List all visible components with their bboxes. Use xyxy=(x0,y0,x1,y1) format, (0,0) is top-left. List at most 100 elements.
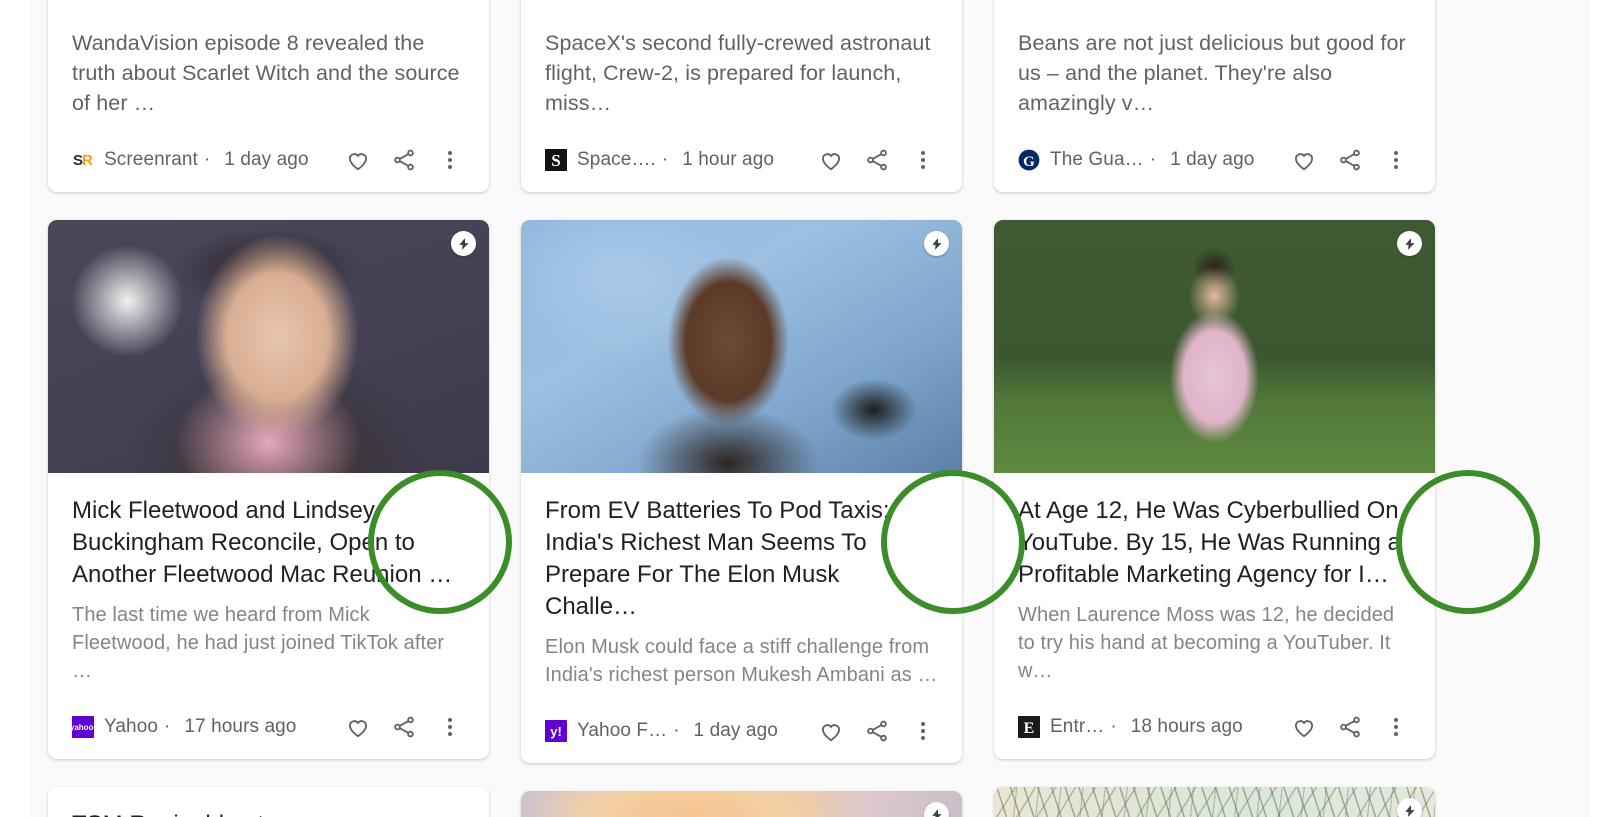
card-footer: E Entr… · 18 hours ago xyxy=(1018,695,1411,759)
card-body: At Age 12, He Was Cyberbullied On YouTub… xyxy=(994,495,1435,759)
mick-fleetwood-photo xyxy=(48,220,489,473)
card-thumbnail[interactable] xyxy=(48,220,489,473)
card-timestamp: 1 day ago xyxy=(694,720,778,742)
separator-dot: · xyxy=(164,716,170,738)
card-body: SpaceX's second fully-crewed astronaut f… xyxy=(521,0,962,192)
heart-icon[interactable] xyxy=(335,137,381,183)
kebab-menu-icon[interactable] xyxy=(1373,704,1419,750)
guardian-logo-icon: G xyxy=(1018,149,1040,171)
heart-icon[interactable] xyxy=(335,704,381,750)
svg-text:R: R xyxy=(82,152,93,169)
kebab-menu-icon[interactable] xyxy=(1373,137,1419,183)
card-footer: G The Gua… · 1 day ago xyxy=(1018,128,1411,192)
news-card-ambani[interactable]: From EV Batteries To Pod Taxis: India's … xyxy=(521,220,962,763)
separator-dot: · xyxy=(673,720,679,742)
tree-branches-photo xyxy=(994,787,1435,817)
card-description: Elon Musk could face a stiff challenge f… xyxy=(545,633,938,689)
card-footer: S R Screenrant · 1 day ago xyxy=(72,128,465,192)
kebab-menu-icon[interactable] xyxy=(900,137,946,183)
svg-text:E: E xyxy=(1024,720,1035,737)
card-grid: WandaVision episode 8 revealed the truth… xyxy=(48,0,1572,817)
card-timestamp: 18 hours ago xyxy=(1131,716,1243,738)
news-card-fleetwood[interactable]: Mick Fleetwood and Lindsey Buckingham Re… xyxy=(48,220,489,759)
card-description: When Laurence Moss was 12, he decided to… xyxy=(1018,601,1411,685)
share-icon[interactable] xyxy=(381,704,427,750)
card-title: TSM Reginald gets xyxy=(48,787,489,817)
card-timestamp: 17 hours ago xyxy=(184,716,296,738)
separator-dot: · xyxy=(1150,149,1156,171)
heart-icon[interactable] xyxy=(1281,137,1327,183)
card-timestamp: 1 day ago xyxy=(224,149,308,171)
card-source-name: Entr… xyxy=(1050,716,1104,738)
card-source-name: The Gua… xyxy=(1050,149,1144,171)
news-card-beans[interactable]: Beans are not just delicious but good fo… xyxy=(994,0,1435,192)
amp-lightning-icon xyxy=(924,231,949,256)
heart-icon[interactable] xyxy=(808,708,854,754)
share-icon[interactable] xyxy=(1327,137,1373,183)
svg-text:yahoo!: yahoo! xyxy=(72,723,94,732)
card-thumbnail[interactable] xyxy=(521,791,962,817)
share-icon[interactable] xyxy=(381,137,427,183)
heart-icon[interactable] xyxy=(808,137,854,183)
card-footer: y! Yahoo F… · 1 day ago xyxy=(545,699,938,763)
card-footer: yahoo! Yahoo · 17 hours ago xyxy=(72,695,465,759)
svg-text:S: S xyxy=(551,151,560,170)
right-gutter xyxy=(1590,0,1620,817)
kebab-menu-icon[interactable] xyxy=(427,704,473,750)
svg-text:y!: y! xyxy=(550,724,562,739)
card-body: Mick Fleetwood and Lindsey Buckingham Re… xyxy=(48,495,489,759)
card-description: The last time we heard from Mick Fleetwo… xyxy=(72,601,465,685)
card-snippet: Beans are not just delicious but good fo… xyxy=(1018,0,1411,118)
yahoo-logo-icon: yahoo! xyxy=(72,716,94,738)
card-title: From EV Batteries To Pod Taxis: India's … xyxy=(545,495,938,623)
card-source-name: Yahoo F… xyxy=(577,720,667,742)
amp-lightning-icon xyxy=(451,231,476,256)
mukesh-ambani-photo xyxy=(521,220,962,473)
card-title: Mick Fleetwood and Lindsey Buckingham Re… xyxy=(72,495,465,591)
space-com-logo-icon: S xyxy=(545,149,567,171)
news-card-spacex[interactable]: SpaceX's second fully-crewed astronaut f… xyxy=(521,0,962,192)
share-icon[interactable] xyxy=(854,137,900,183)
laurence-moss-photo xyxy=(994,220,1435,473)
card-source-name: Screenrant xyxy=(104,149,198,171)
card-body: WandaVision episode 8 revealed the truth… xyxy=(48,0,489,192)
card-thumbnail[interactable] xyxy=(994,787,1435,817)
news-feed-page: WandaVision episode 8 revealed the truth… xyxy=(0,0,1620,817)
separator-dot: · xyxy=(662,149,668,171)
heart-icon[interactable] xyxy=(1281,704,1327,750)
card-title: At Age 12, He Was Cyberbullied On YouTub… xyxy=(1018,495,1411,591)
kebab-menu-icon[interactable] xyxy=(427,137,473,183)
news-card-tsm-reginald[interactable]: TSM Reginald gets xyxy=(48,787,489,817)
card-thumbnail[interactable] xyxy=(521,220,962,473)
news-card-wandavision[interactable]: WandaVision episode 8 revealed the truth… xyxy=(48,0,489,192)
news-card-partial-branches[interactable] xyxy=(994,787,1435,817)
entrepreneur-logo-icon: E xyxy=(1018,716,1040,738)
card-timestamp: 1 hour ago xyxy=(682,149,774,171)
amp-lightning-icon xyxy=(1397,231,1422,256)
card-snippet: WandaVision episode 8 revealed the truth… xyxy=(72,0,465,118)
screenrant-logo-icon: S R xyxy=(72,149,94,171)
feed-column-1: WandaVision episode 8 revealed the truth… xyxy=(48,0,489,817)
card-body: From EV Batteries To Pod Taxis: India's … xyxy=(521,495,962,763)
separator-dot: · xyxy=(1110,716,1116,738)
kebab-menu-icon[interactable] xyxy=(900,708,946,754)
card-timestamp: 1 day ago xyxy=(1170,149,1254,171)
card-body: Beans are not just delicious but good fo… xyxy=(994,0,1435,192)
card-thumbnail[interactable] xyxy=(994,220,1435,473)
peach-blur-photo xyxy=(521,791,962,817)
share-icon[interactable] xyxy=(854,708,900,754)
card-source-name: Space…. xyxy=(577,149,656,171)
separator-dot: · xyxy=(204,149,210,171)
news-card-partial-peach[interactable] xyxy=(521,791,962,817)
share-icon[interactable] xyxy=(1327,704,1373,750)
svg-text:G: G xyxy=(1023,154,1035,170)
left-gutter xyxy=(0,0,30,817)
feed-column-3: Beans are not just delicious but good fo… xyxy=(994,0,1435,817)
yahoo-finance-logo-icon: y! xyxy=(545,720,567,742)
feed-column-2: SpaceX's second fully-crewed astronaut f… xyxy=(521,0,962,817)
news-card-cyberbullied[interactable]: At Age 12, He Was Cyberbullied On YouTub… xyxy=(994,220,1435,759)
card-footer: S Space…. · 1 hour ago xyxy=(545,128,938,192)
card-snippet: SpaceX's second fully-crewed astronaut f… xyxy=(545,0,938,118)
card-source-name: Yahoo xyxy=(104,716,158,738)
amp-lightning-icon xyxy=(1397,798,1422,817)
